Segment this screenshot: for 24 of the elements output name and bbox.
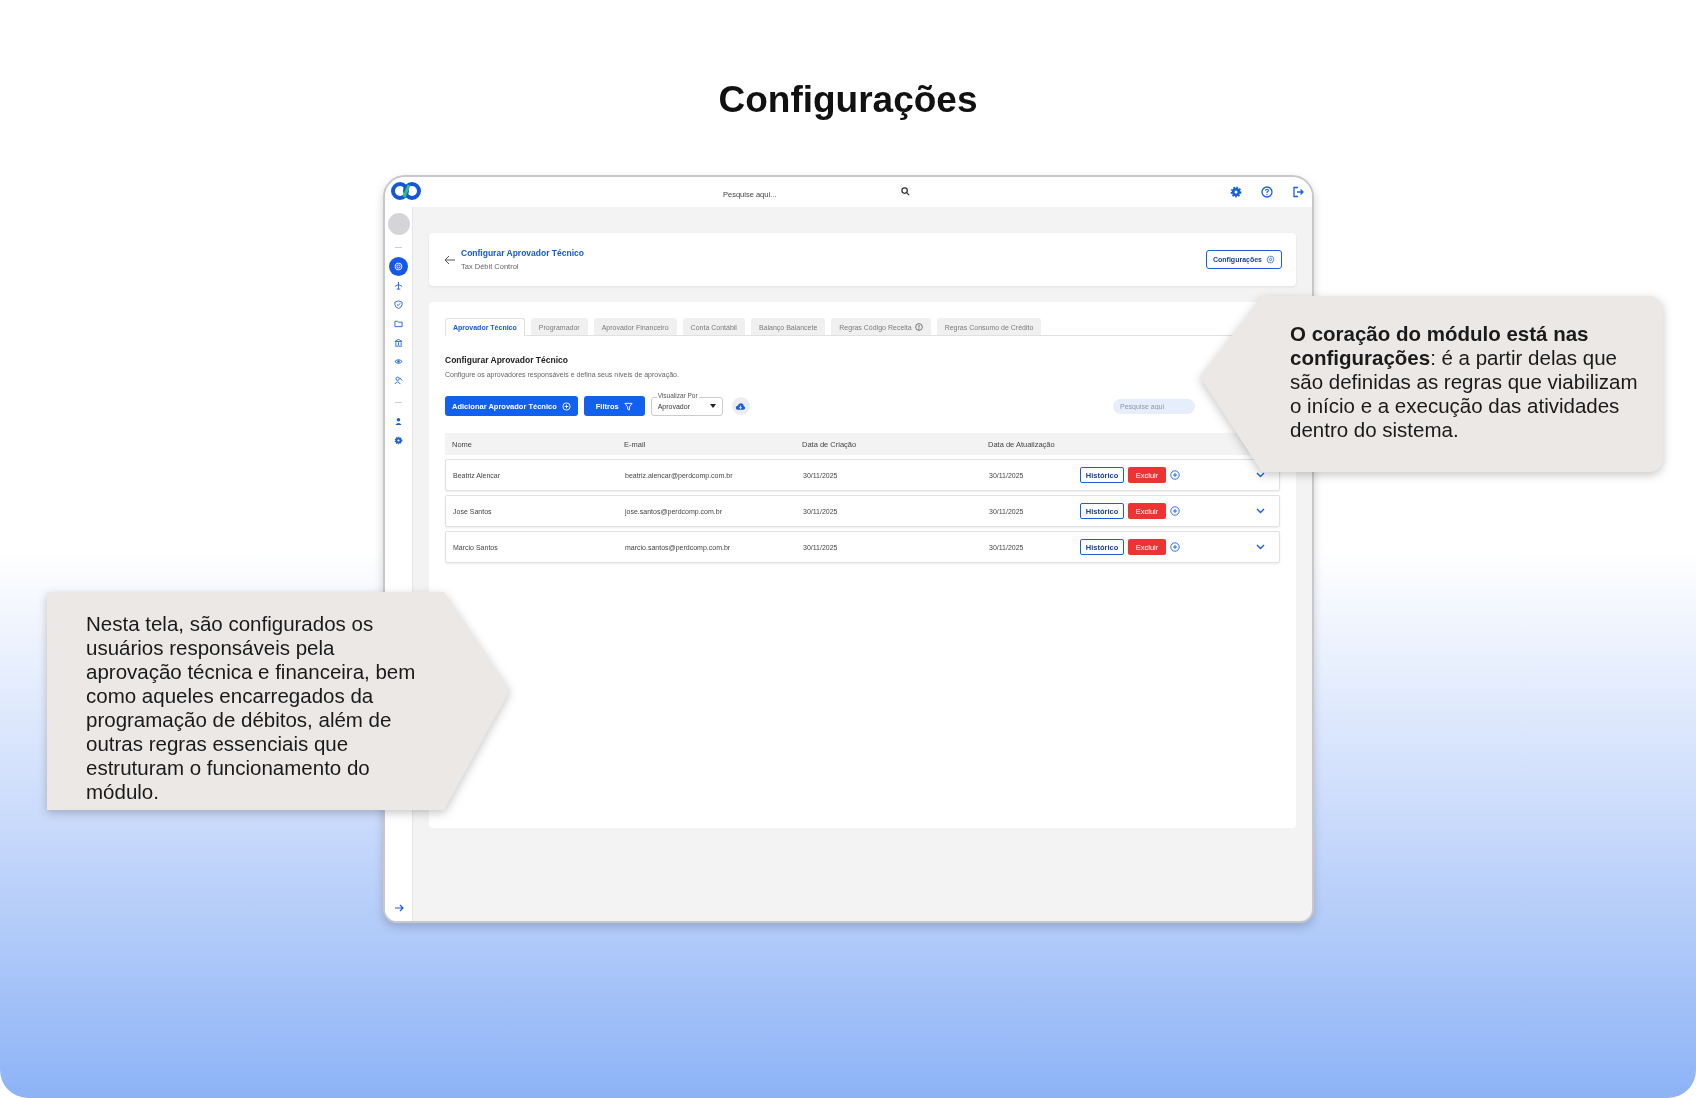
target-icon[interactable] <box>389 257 408 276</box>
page-heading: Configurações <box>717 78 979 122</box>
help-icon[interactable] <box>1261 186 1273 198</box>
add-icon[interactable] <box>1170 506 1180 516</box>
settings-icon[interactable] <box>1230 186 1242 198</box>
logout-icon[interactable] <box>1292 186 1304 198</box>
callout-text: Nesta tela, são configurados os usuários responsáveis pela aprovação técnica e financeira, bem como aqueles encarregados da programação de débitos, além de outras regras essenciais que estruturam o funcionamento do módulo. <box>86 612 417 804</box>
add-icon[interactable] <box>1170 470 1180 480</box>
filter-icon <box>623 401 633 411</box>
chevron-down-icon[interactable] <box>1256 508 1265 514</box>
plus-circle-icon <box>561 401 571 411</box>
arrow-right-icon[interactable] <box>393 903 404 913</box>
search-icon <box>901 187 910 196</box>
gear-icon <box>1266 255 1275 264</box>
cloud-download-button[interactable] <box>731 397 750 415</box>
back-arrow-icon[interactable] <box>444 254 456 265</box>
section-title: Configurar Aprovador Técnico <box>445 355 569 365</box>
avatar <box>387 213 410 235</box>
page-title: Configurar Aprovador Técnico <box>461 248 584 258</box>
cloud-download-icon <box>735 401 747 411</box>
add-icon[interactable] <box>1170 542 1180 552</box>
caret-icon <box>709 404 716 408</box>
chevron-down-icon[interactable] <box>1256 544 1265 550</box>
callout-text: O coração do módulo está nas configurações: é a partir delas que são definidas as regras que viabilizam o início e a execução das atividades dentro do sistema. <box>1290 322 1639 442</box>
